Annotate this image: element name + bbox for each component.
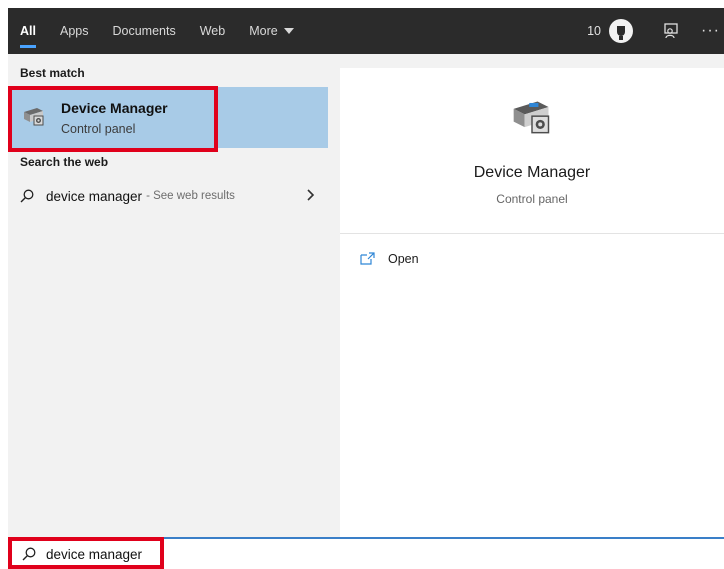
best-match-heading: Best match <box>20 66 85 80</box>
tab-web-label: Web <box>199 24 226 38</box>
detail-subtitle: Control panel <box>496 192 568 206</box>
search-scope-tabs: All Apps Documents Web More 10 ··· <box>8 8 724 54</box>
search-box-icon <box>22 547 36 561</box>
ellipsis-icon[interactable]: ··· <box>701 22 720 40</box>
device-manager-icon <box>24 108 44 126</box>
tab-web[interactable]: Web <box>188 8 237 54</box>
detail-divider <box>340 233 724 234</box>
open-action[interactable]: Open <box>360 252 419 266</box>
feedback-icon-svg <box>664 23 678 39</box>
rewards-points: 10 <box>587 24 602 38</box>
tab-more-label: More <box>249 24 278 38</box>
tab-apps[interactable]: Apps <box>48 8 101 54</box>
best-match-item-device-manager[interactable]: Device Manager Control panel <box>8 87 328 148</box>
tab-more[interactable]: More <box>237 8 305 54</box>
trophy-cup-shape <box>617 26 626 40</box>
search-input[interactable] <box>46 546 346 562</box>
tab-documents-label: Documents <box>112 24 176 38</box>
search-the-web-heading: Search the web <box>20 155 109 169</box>
feedback-icon[interactable] <box>659 19 683 43</box>
best-match-subtitle: Control panel <box>61 122 136 136</box>
open-action-label: Open <box>388 252 419 266</box>
see-web-results-text: - See web results <box>146 190 235 202</box>
preview-pane: Device Manager Control panel Open <box>340 54 724 537</box>
search-bar <box>8 537 724 569</box>
detail-title: Device Manager <box>473 164 591 181</box>
web-result-item[interactable]: device manager - See web results <box>8 178 328 214</box>
search-icon <box>20 189 34 203</box>
open-icon <box>360 252 375 265</box>
trophy-icon[interactable] <box>609 19 634 43</box>
tab-all[interactable]: All <box>8 8 48 54</box>
web-query-text: device manager <box>46 188 143 204</box>
best-match-title: Device Manager <box>61 100 168 116</box>
chevron-right-icon[interactable] <box>306 187 316 203</box>
tab-all-label: All <box>20 24 36 38</box>
tab-apps-label: Apps <box>59 24 89 38</box>
caret-down-icon <box>283 28 294 34</box>
results-pane: Best match Device Manager Control panel … <box>8 54 340 537</box>
tab-documents[interactable]: Documents <box>100 8 187 54</box>
device-manager-large-icon <box>513 101 550 134</box>
preview-card: Device Manager Control panel Open <box>340 68 724 537</box>
